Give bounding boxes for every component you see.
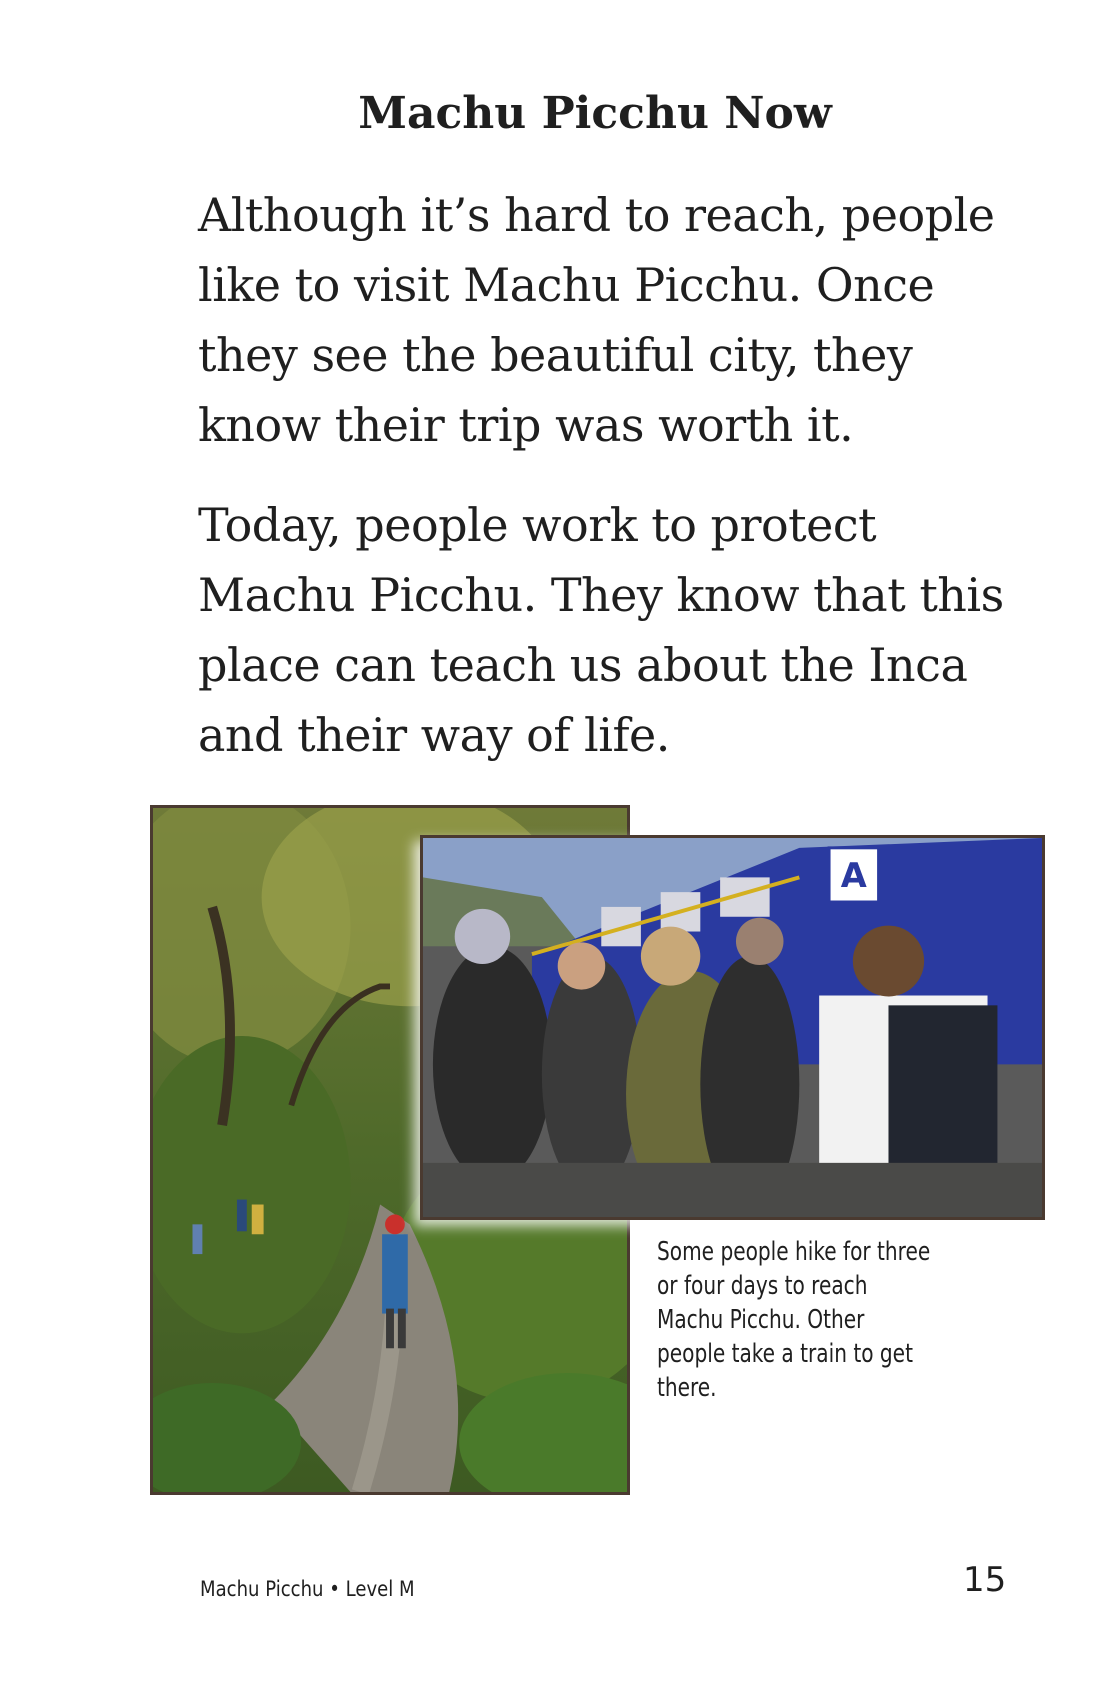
page-number: 15 (963, 1560, 1007, 1600)
paragraph-2: Today, people work to protect Machu Picc… (198, 498, 1004, 762)
paragraph-1: Although it’s hard to reach, people like… (198, 188, 995, 452)
train-station-photo: A (420, 835, 1045, 1220)
photo-caption: Some people hike for three or four days … (657, 1237, 931, 1403)
train-sign-letter: A (841, 856, 867, 895)
footer-book-title: Machu Picchu • Level M (200, 1577, 415, 1601)
page-title: Machu Picchu Now (358, 88, 832, 139)
